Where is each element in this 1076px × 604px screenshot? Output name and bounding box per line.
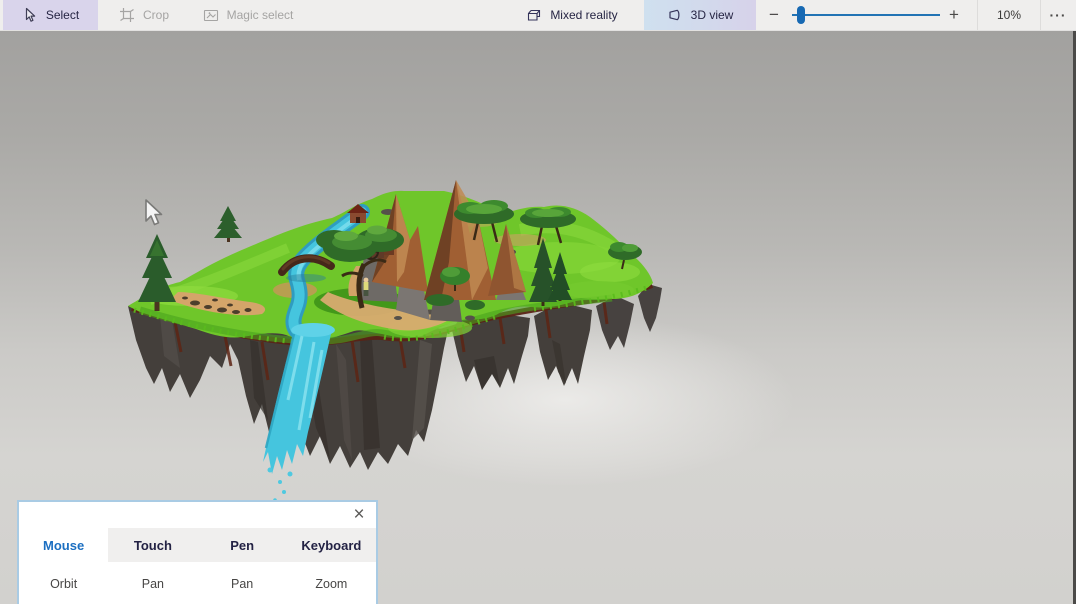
zoom-in-button[interactable]: +: [940, 0, 968, 30]
action-pan-touch: Pan: [108, 562, 197, 604]
select-button[interactable]: Select: [3, 0, 98, 30]
dialog-header: ×: [19, 502, 376, 528]
magic-select-icon: [203, 7, 219, 23]
3d-view-icon: [667, 7, 683, 23]
zoom-slider[interactable]: [792, 0, 940, 30]
select-label: Select: [46, 8, 79, 22]
mixed-reality-label: Mixed reality: [550, 8, 617, 22]
more-options-button[interactable]: ···: [1042, 0, 1074, 30]
mixed-reality-button[interactable]: Mixed reality: [521, 0, 623, 30]
action-orbit: Orbit: [19, 562, 108, 604]
3d-view-label: 3D view: [691, 8, 734, 22]
dialog-actions-row: Orbit Pan Pan Zoom: [19, 562, 376, 604]
cursor-icon: [22, 7, 38, 23]
mouse-cursor: [144, 199, 166, 229]
crop-button[interactable]: Crop: [100, 0, 188, 30]
toolbar-separator: [1040, 0, 1041, 30]
zoom-slider-thumb[interactable]: [797, 6, 805, 24]
tab-touch[interactable]: Touch: [108, 528, 197, 562]
magic-select-button[interactable]: Magic select: [192, 0, 304, 30]
action-zoom-keyboard: Zoom: [287, 562, 376, 604]
toolbar-separator: [977, 0, 978, 30]
paint3d-window: Select Crop Magic select M: [0, 0, 1076, 604]
zoom-slider-track: [792, 14, 940, 16]
tab-mouse[interactable]: Mouse: [19, 528, 108, 562]
crop-label: Crop: [143, 8, 169, 22]
3d-view-button[interactable]: 3D view: [644, 0, 756, 30]
dialog-tabs: Mouse Touch Pen Keyboard: [19, 528, 376, 562]
zoom-out-button[interactable]: −: [760, 0, 788, 30]
zoom-level-value: 10%: [980, 0, 1038, 30]
tab-pen[interactable]: Pen: [198, 528, 287, 562]
close-icon[interactable]: ×: [348, 504, 370, 526]
mixed-reality-icon: [526, 7, 542, 23]
crop-icon: [119, 7, 135, 23]
action-pan-pen: Pan: [198, 562, 287, 604]
magic-select-label: Magic select: [227, 8, 294, 22]
tab-keyboard[interactable]: Keyboard: [287, 528, 376, 562]
controls-help-dialog: × Mouse Touch Pen Keyboard Orbit Pan Pan…: [17, 500, 378, 604]
toolbar: Select Crop Magic select M: [0, 0, 1076, 31]
